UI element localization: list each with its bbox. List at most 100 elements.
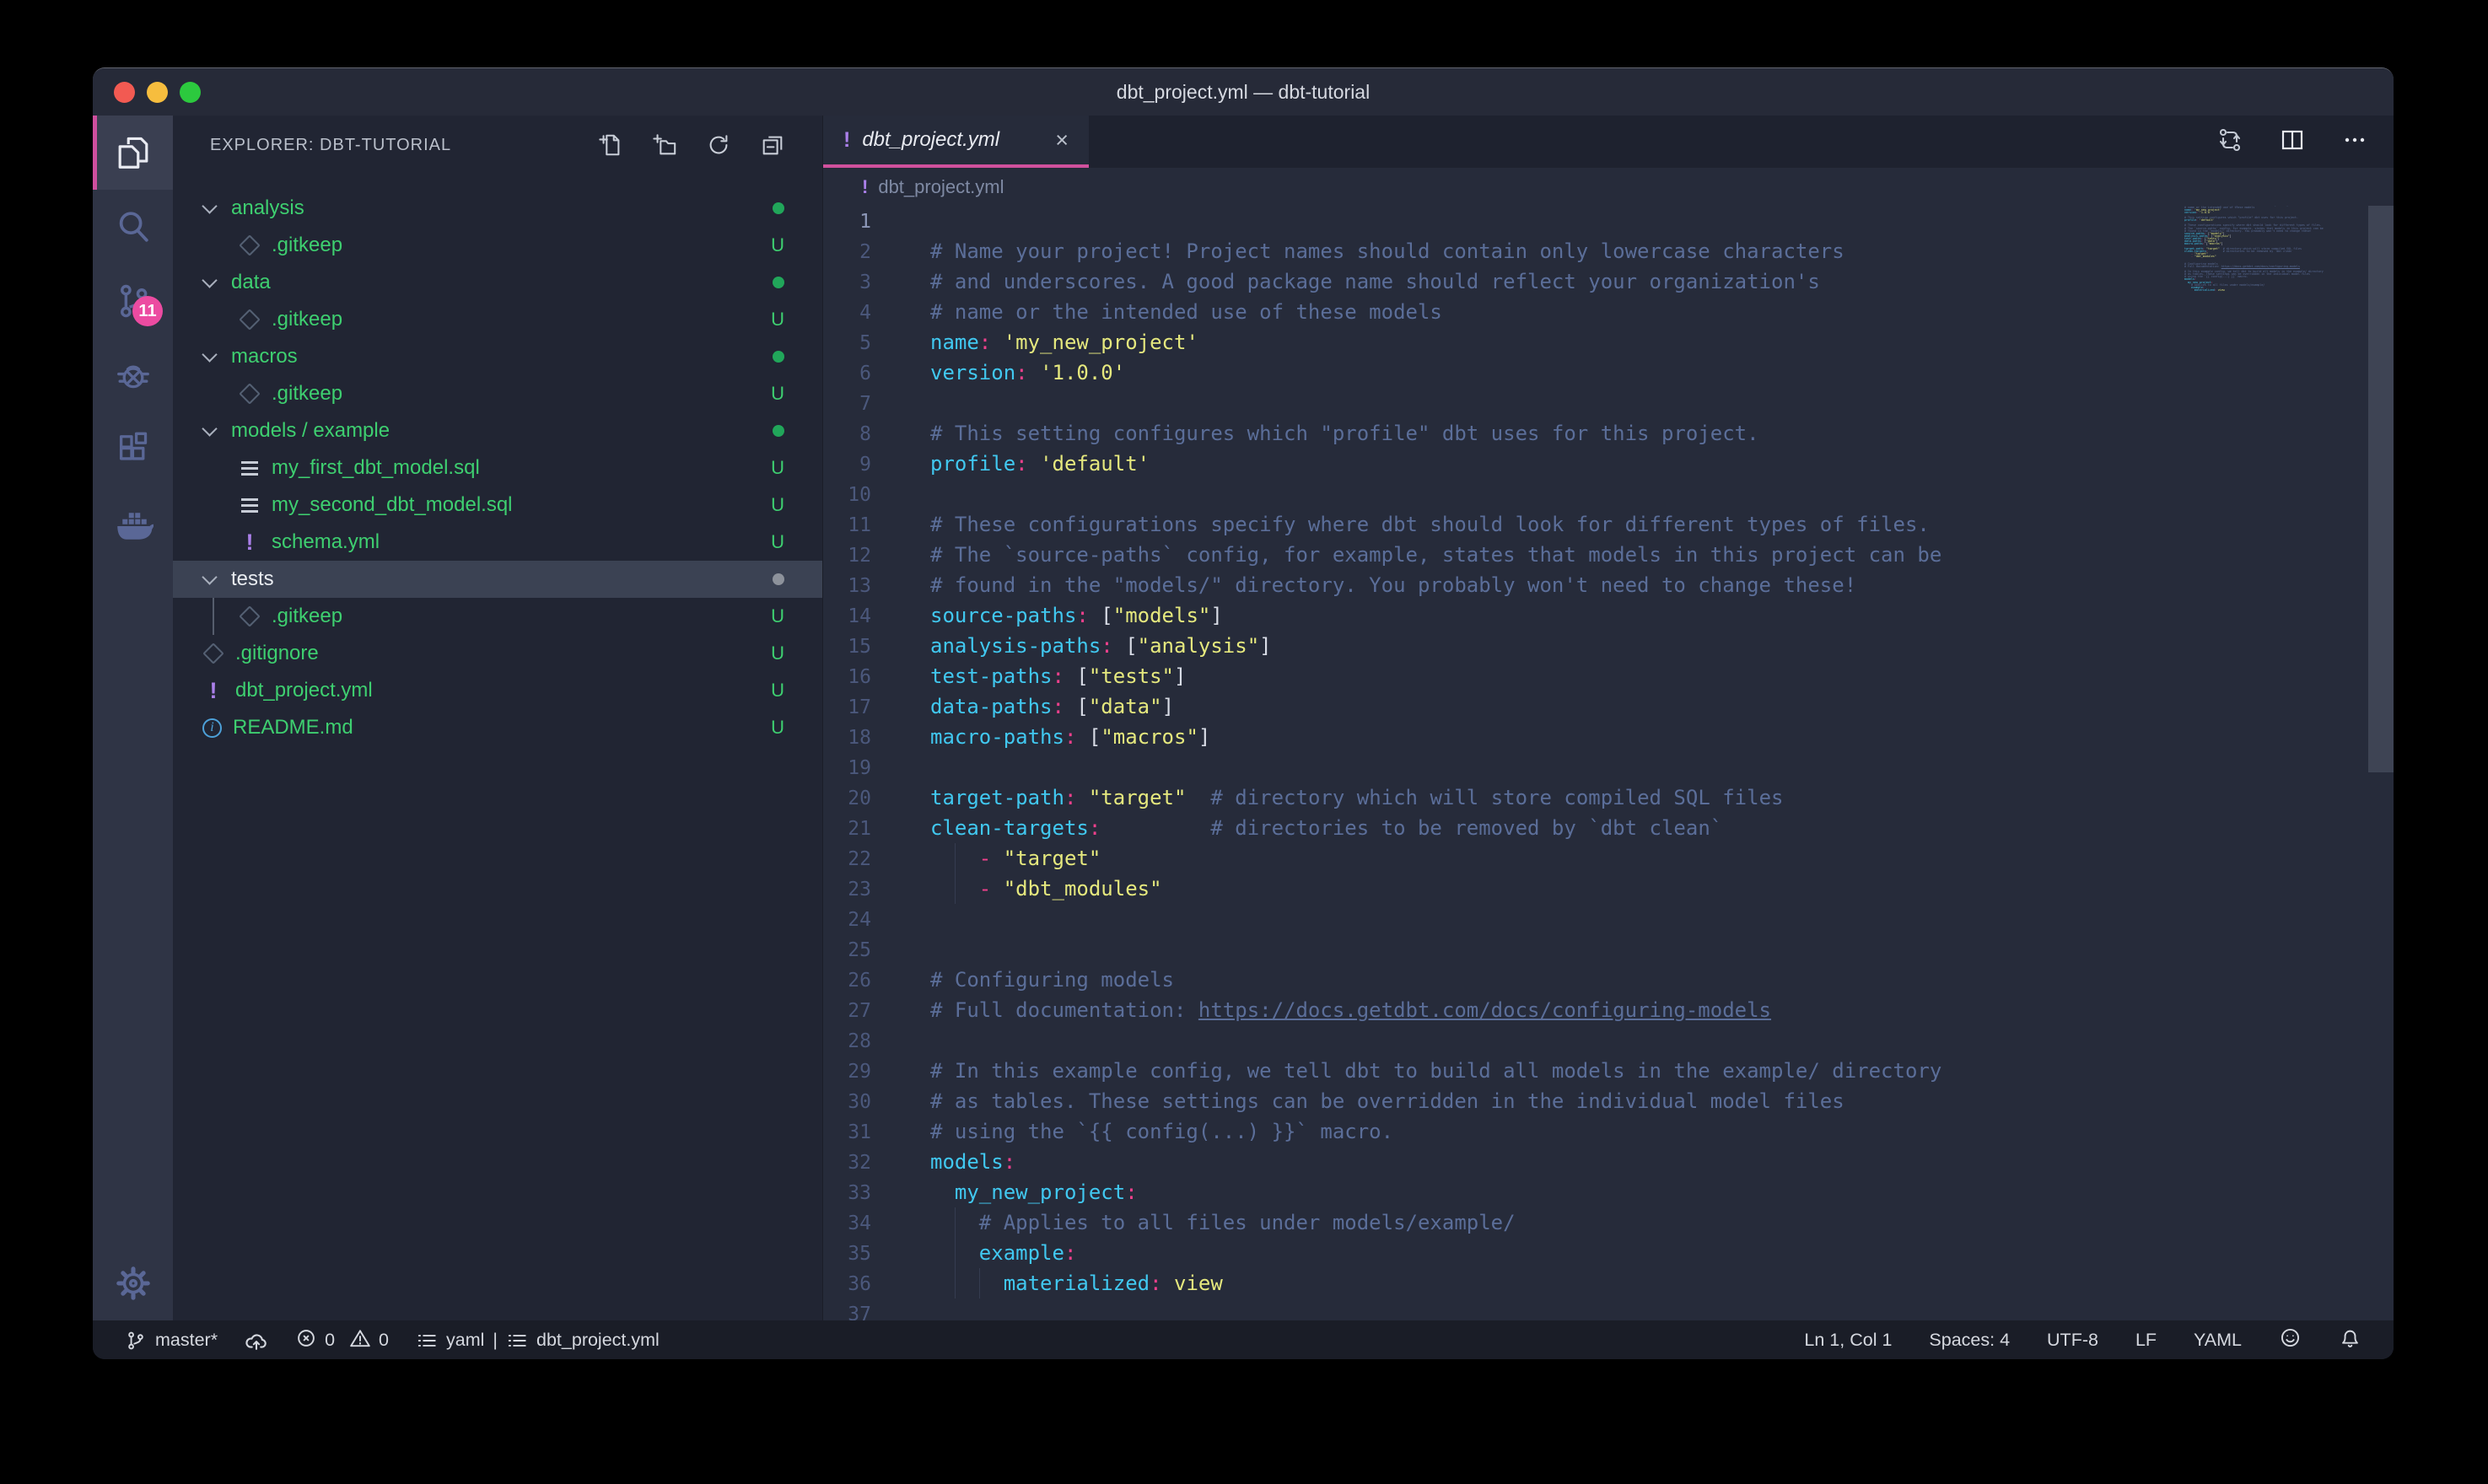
close-tab-icon[interactable]: × — [1055, 129, 1069, 152]
debug-activity-button[interactable] — [93, 338, 173, 412]
code-line-20[interactable]: 20target-path: "target" # directory whic… — [823, 782, 2394, 813]
sync-changes-button[interactable] — [245, 1329, 268, 1352]
code-line-22[interactable]: 22 - "target" — [823, 843, 2394, 874]
split-editor-button[interactable] — [2279, 126, 2306, 158]
line-number: 12 — [823, 540, 871, 571]
code-line-9[interactable]: 9profile: 'default' — [823, 449, 2394, 479]
yaml-mode-indicator[interactable]: yaml | dbt_project.yml — [416, 1330, 660, 1352]
settings-button[interactable] — [93, 1246, 173, 1320]
close-window-button[interactable] — [114, 82, 135, 103]
encoding-indicator[interactable]: UTF-8 — [2047, 1330, 2098, 1351]
code-line-6[interactable]: 6version: '1.0.0' — [823, 358, 2394, 388]
tree-item-label: my_second_dbt_model.sql — [272, 493, 771, 517]
code-line-18[interactable]: 18macro-paths: ["macros"] — [823, 722, 2394, 752]
code-editor[interactable]: 12# Name your project! Project names sho… — [823, 206, 2394, 1320]
code-line-7[interactable]: 7 — [823, 388, 2394, 418]
code-line-19[interactable]: 19 — [823, 752, 2394, 782]
notifications-bell-icon[interactable] — [2339, 1326, 2361, 1354]
extensions-activity-button[interactable] — [93, 412, 173, 487]
tree-item-tests[interactable]: tests — [173, 561, 822, 598]
indentation-indicator[interactable]: Spaces: 4 — [1929, 1330, 2010, 1351]
tree-item-dbt-project-yml[interactable]: dbt_project.ymlU — [173, 672, 822, 709]
code-line-30[interactable]: 30# as tables. These settings can be ove… — [823, 1086, 2394, 1116]
explorer-header: EXPLORER: DBT-TUTORIAL — [173, 116, 822, 163]
code-line-34[interactable]: 34 # Applies to all files under models/e… — [823, 1207, 2394, 1238]
more-actions-button[interactable] — [2341, 126, 2368, 158]
tree-item-gitignore[interactable]: .gitignoreU — [173, 635, 822, 672]
language-indicator[interactable]: YAML — [2194, 1330, 2242, 1351]
code-line-16[interactable]: 16test-paths: ["tests"] — [823, 661, 2394, 691]
tree-item-readme-md[interactable]: README.mdU — [173, 709, 822, 746]
code-line-32[interactable]: 32models: — [823, 1147, 2394, 1177]
tree-item-gitkeep[interactable]: .gitkeepU — [173, 227, 822, 264]
line-number: 1 — [823, 207, 871, 237]
code-line-33[interactable]: 33 my_new_project: — [823, 1177, 2394, 1207]
code-line-24[interactable]: 24 — [823, 904, 2394, 934]
tree-item-my-first-dbt-model-sql[interactable]: my_first_dbt_model.sqlU — [173, 449, 822, 487]
code-line-3[interactable]: 3# and underscores. A good package name … — [823, 266, 2394, 297]
tree-item-gitkeep[interactable]: .gitkeepU — [173, 598, 822, 635]
code-line-11[interactable]: 11# These configurations specify where d… — [823, 509, 2394, 540]
explorer-activity-button[interactable] — [93, 116, 173, 190]
folder-status-dot — [773, 351, 784, 363]
feedback-smiley-icon[interactable] — [2279, 1326, 2302, 1354]
code-line-37[interactable]: 37 — [823, 1298, 2394, 1320]
code-line-15[interactable]: 15analysis-paths: ["analysis"] — [823, 631, 2394, 661]
tree-item-gitkeep[interactable]: .gitkeepU — [173, 375, 822, 412]
open-changes-button[interactable] — [2216, 126, 2243, 158]
line-number: 15 — [823, 632, 871, 662]
code-line-2[interactable]: 2# Name your project! Project names shou… — [823, 236, 2394, 266]
new-folder-button[interactable] — [652, 132, 677, 158]
cursor-position[interactable]: Ln 1, Col 1 — [1804, 1330, 1892, 1351]
tree-item-gitkeep[interactable]: .gitkeepU — [173, 301, 822, 338]
tree-item-schema-yml[interactable]: schema.ymlU — [173, 524, 822, 561]
code-line-13[interactable]: 13# found in the "models/" directory. Yo… — [823, 570, 2394, 600]
code-line-4[interactable]: 4# name or the intended use of these mod… — [823, 297, 2394, 327]
code-line-14[interactable]: 14source-paths: ["models"] — [823, 600, 2394, 631]
minimize-window-button[interactable] — [147, 82, 168, 103]
code-line-17[interactable]: 17data-paths: ["data"] — [823, 691, 2394, 722]
zoom-window-button[interactable] — [180, 82, 201, 103]
cloud-upload-icon — [245, 1329, 268, 1352]
tree-item-label: dbt_project.yml — [235, 679, 771, 702]
line-number: 20 — [823, 783, 871, 814]
docker-activity-button[interactable] — [93, 487, 173, 561]
code-line-35[interactable]: 35 example: — [823, 1238, 2394, 1268]
tab-dbt-project-yml[interactable]: ! dbt_project.yml × — [823, 116, 1089, 168]
code-line-12[interactable]: 12# The `source-paths` config, for examp… — [823, 540, 2394, 570]
tree-item-macros[interactable]: macros — [173, 338, 822, 375]
new-file-button[interactable] — [598, 132, 623, 158]
code-line-28[interactable]: 28 — [823, 1025, 2394, 1056]
separator: | — [493, 1330, 498, 1351]
line-number: 28 — [823, 1026, 871, 1057]
code-line-5[interactable]: 5name: 'my_new_project' — [823, 327, 2394, 358]
line-number: 19 — [823, 753, 871, 783]
code-line-25[interactable]: 25 — [823, 934, 2394, 965]
code-line-10[interactable]: 10 — [823, 479, 2394, 509]
git-untracked-badge: U — [771, 531, 784, 553]
code-line-23[interactable]: 23 - "dbt_modules" — [823, 874, 2394, 904]
refresh-button[interactable] — [706, 132, 731, 158]
tree-item-my-second-dbt-model-sql[interactable]: my_second_dbt_model.sqlU — [173, 487, 822, 524]
code-line-36[interactable]: 36 materialized: view — [823, 1268, 2394, 1298]
code-line-1[interactable]: 1 — [823, 206, 2394, 236]
eol-indicator[interactable]: LF — [2135, 1330, 2157, 1351]
code-line-8[interactable]: 8# This setting configures which "profil… — [823, 418, 2394, 449]
breadcrumb[interactable]: ! dbt_project.yml — [823, 168, 2394, 206]
source-control-activity-button[interactable]: 11 — [93, 264, 173, 338]
problems-indicator[interactable]: 0 0 — [295, 1327, 389, 1354]
code-line-27[interactable]: 27# Full documentation: https://docs.get… — [823, 995, 2394, 1025]
tree-item-models-example[interactable]: models / example — [173, 412, 822, 449]
code-line-26[interactable]: 26# Configuring models — [823, 965, 2394, 995]
code-line-29[interactable]: 29# In this example config, we tell dbt … — [823, 1056, 2394, 1086]
search-activity-button[interactable] — [93, 190, 173, 264]
git-branch-indicator[interactable]: master* — [125, 1330, 218, 1352]
code-line-31[interactable]: 31# using the `{{ config(...) }}` macro. — [823, 1116, 2394, 1147]
editor-scrollbar[interactable] — [2368, 206, 2394, 772]
breadcrumb-file[interactable]: dbt_project.yml — [878, 176, 1004, 198]
tree-item-analysis[interactable]: analysis — [173, 190, 822, 227]
tree-item-data[interactable]: data — [173, 264, 822, 301]
code-line-21[interactable]: 21clean-targets: # directories to be rem… — [823, 813, 2394, 843]
list-selection-icon — [506, 1330, 528, 1352]
collapse-folders-button[interactable] — [760, 132, 785, 158]
